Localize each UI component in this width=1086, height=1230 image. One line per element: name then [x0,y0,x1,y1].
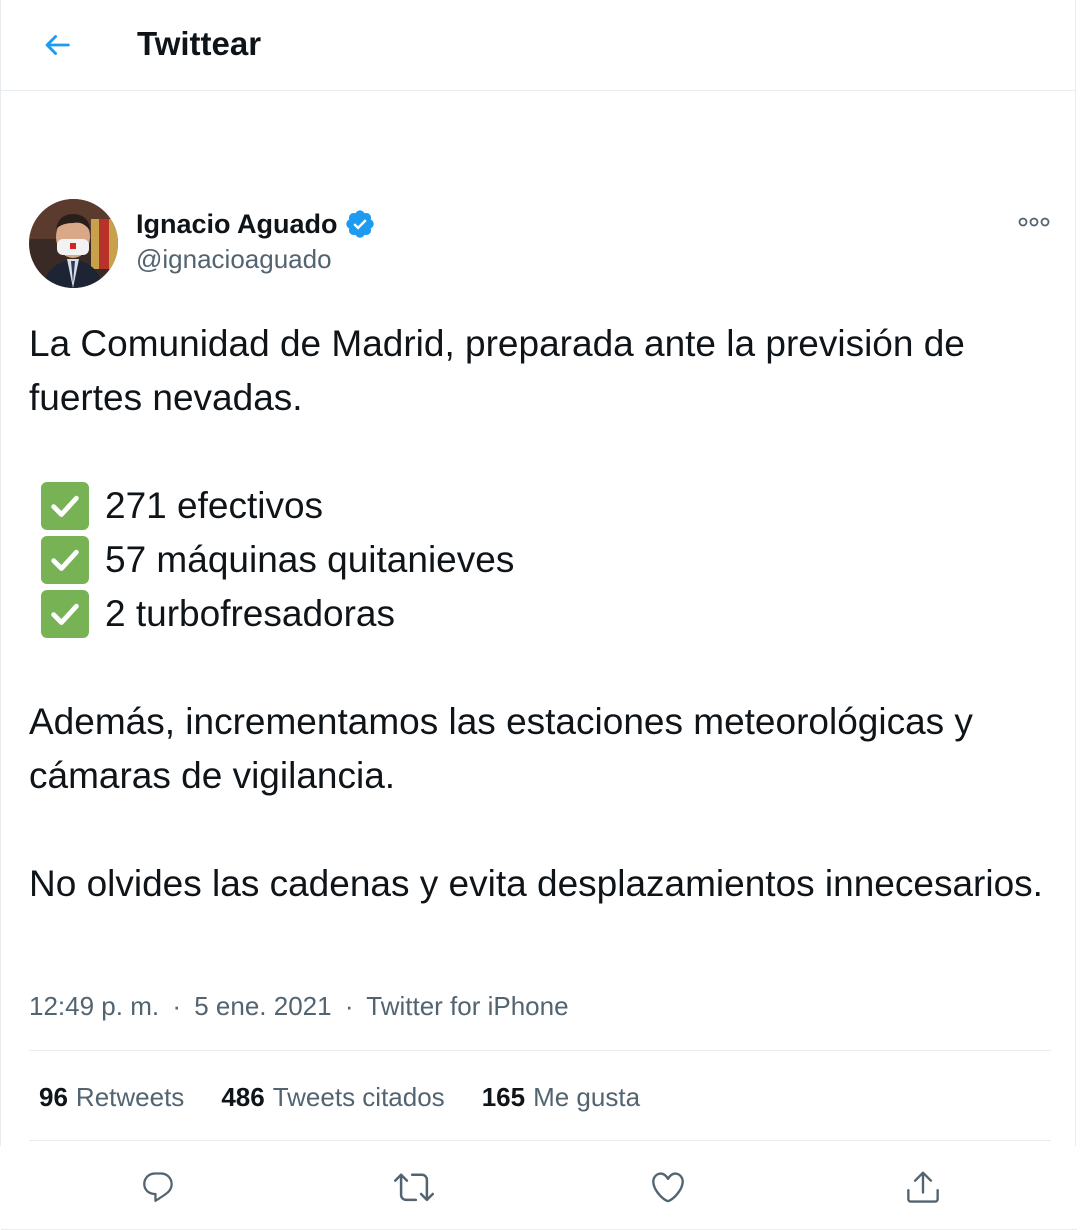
likes-count: 165 [481,1082,526,1112]
tweet-time[interactable]: 12:49 p. m. [29,991,159,1021]
retweets-stat[interactable]: 96 Retweets [39,1077,184,1117]
tweet-paragraph-1: La Comunidad de Madrid, preparada ante l… [29,323,965,418]
tweet-source[interactable]: Twitter for iPhone [366,991,568,1021]
arrow-left-icon [45,35,70,55]
share-icon [907,1171,939,1203]
tweet-meta: 12:49 p. m. · 5 ene. 2021 · Twitter for … [29,988,569,1024]
page-title: Twittear [137,25,262,62]
checklist-item: 2 turbofresadoras [29,587,1059,641]
quotes-label: Tweets citados [272,1082,445,1112]
share-button[interactable] [899,1163,947,1211]
tweet-actions [1,1163,1077,1211]
author-name-text: Ignacio Aguado [136,209,338,239]
retweet-icon [394,1173,434,1202]
tweet-date[interactable]: 5 ene. 2021 [194,991,331,1021]
meta-separator: · [172,991,181,1021]
divider [29,1140,1051,1141]
tweet-detail-page: Twittear Ignacio Aguado @ignacioaguado L… [0,0,1077,1230]
more-dots-icon [1018,217,1050,227]
back-button[interactable] [34,22,80,68]
quotes-count: 486 [221,1082,265,1112]
retweets-label: Retweets [75,1082,185,1112]
checklist-item-text: 57 máquinas quitanieves [105,539,515,580]
divider [29,1050,1051,1051]
retweets-count: 96 [39,1082,68,1112]
check-mark-icon [41,482,89,530]
likes-stat[interactable]: 165 Me gusta [482,1077,640,1117]
checklist-item: 271 efectivos [29,479,1059,533]
checklist-item-text: 271 efectivos [105,485,324,526]
author-handle[interactable]: @ignacioaguado [136,243,332,275]
tweet-stats: 96 Retweets 486 Tweets citados 165 Me gusta [39,1077,640,1117]
more-options-button[interactable] [1014,207,1054,237]
tweet-spacer [29,641,1059,695]
tweet-spacer [29,803,1059,857]
quotes-stat[interactable]: 486 Tweets citados [221,1077,444,1117]
retweet-button[interactable] [390,1163,438,1211]
check-mark-icon [41,590,89,638]
reply-button[interactable] [134,1163,182,1211]
checklist-item: 57 máquinas quitanieves [29,533,1059,587]
author-name[interactable]: Ignacio Aguado [136,207,376,241]
page-header: Twittear [1,0,1075,91]
tweet-paragraph-3: No olvides las cadenas y evita desplazam… [29,863,1043,904]
heart-icon [652,1172,684,1203]
meta-separator: · [344,991,354,1021]
tweet-paragraph-2: Además, incrementamos las estaciones met… [29,701,973,796]
likes-label: Me gusta [533,1082,641,1112]
avatar[interactable] [29,199,118,288]
check-mark-icon [41,536,89,584]
tweet-spacer [29,425,1059,479]
reply-icon [143,1172,173,1202]
checklist-item-text: 2 turbofresadoras [105,593,396,634]
verified-badge-icon [344,208,376,240]
tweet-text: La Comunidad de Madrid, preparada ante l… [29,317,1059,911]
like-button[interactable] [644,1163,692,1211]
